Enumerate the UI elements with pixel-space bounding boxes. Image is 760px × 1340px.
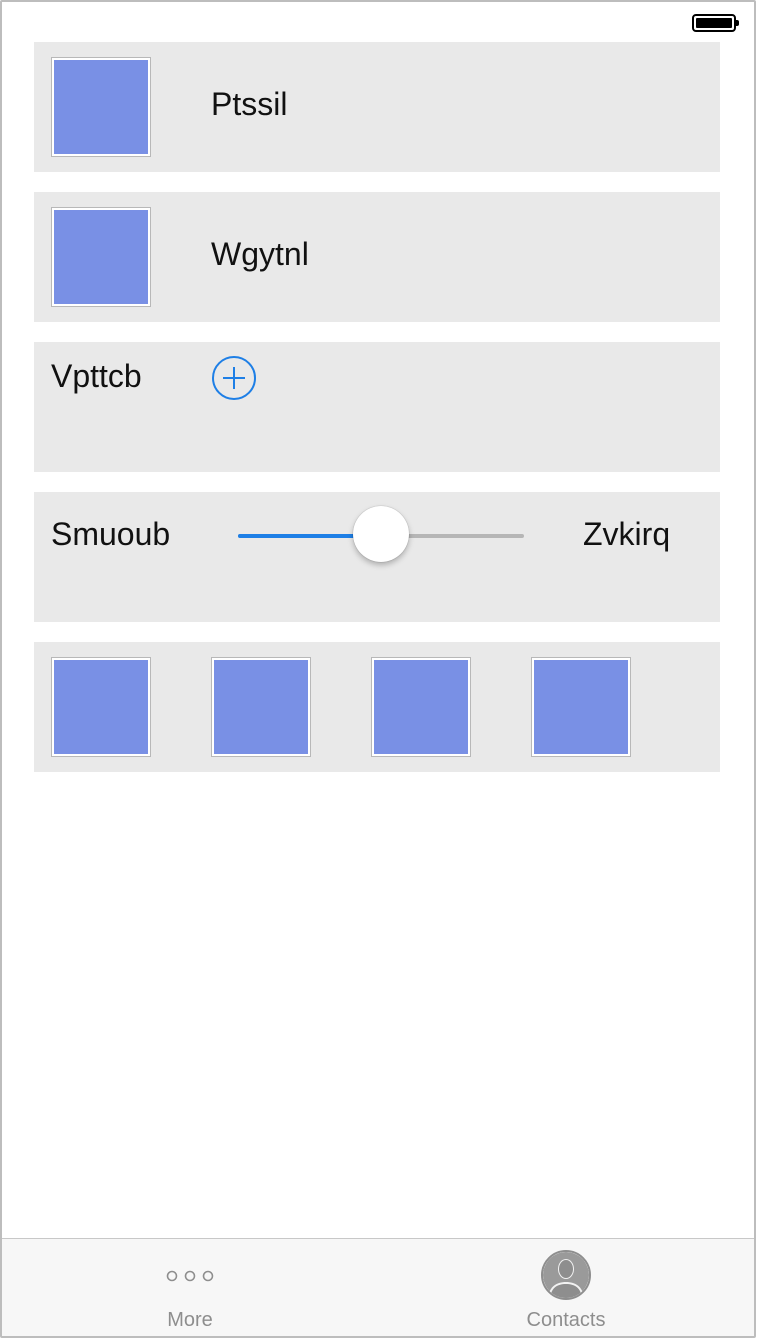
contact-avatar-icon bbox=[541, 1250, 591, 1300]
thumbnail-image bbox=[52, 208, 150, 306]
slider-min-label: Smuoub bbox=[51, 516, 171, 552]
list-item-vpttcb: Vpttcb bbox=[34, 342, 720, 472]
tab-more[interactable]: More bbox=[2, 1239, 378, 1336]
slider-thumb[interactable] bbox=[353, 506, 409, 562]
battery-icon bbox=[692, 14, 739, 32]
thumbnail-image bbox=[52, 58, 150, 156]
more-dots-icon bbox=[166, 1270, 214, 1282]
slider-max-label: Zvkirq bbox=[583, 516, 671, 552]
row-label: Ptssil bbox=[211, 86, 288, 122]
strip-image-1[interactable] bbox=[52, 658, 150, 756]
list-item-wgytnl[interactable]: Wgytnl bbox=[34, 192, 720, 322]
tab-contacts[interactable]: Contacts bbox=[378, 1239, 754, 1336]
image-strip bbox=[34, 642, 720, 772]
strip-image-4[interactable] bbox=[532, 658, 630, 756]
tab-label: More bbox=[167, 1309, 213, 1331]
tab-bar: More Contacts bbox=[2, 1238, 754, 1336]
phone-screen: Ptssil Wgytnl Vpttcb Smuoub Zvkirq More … bbox=[0, 0, 756, 1338]
slider-row: Smuoub Zvkirq bbox=[34, 492, 720, 622]
strip-image-2[interactable] bbox=[212, 658, 310, 756]
row-label: Wgytnl bbox=[211, 236, 309, 272]
strip-image-3[interactable] bbox=[372, 658, 470, 756]
add-button[interactable] bbox=[212, 356, 256, 400]
tab-label: Contacts bbox=[526, 1309, 606, 1331]
row-label: Vpttcb bbox=[51, 358, 142, 394]
value-slider[interactable] bbox=[238, 506, 524, 562]
list-item-ptssil[interactable]: Ptssil bbox=[34, 42, 720, 172]
